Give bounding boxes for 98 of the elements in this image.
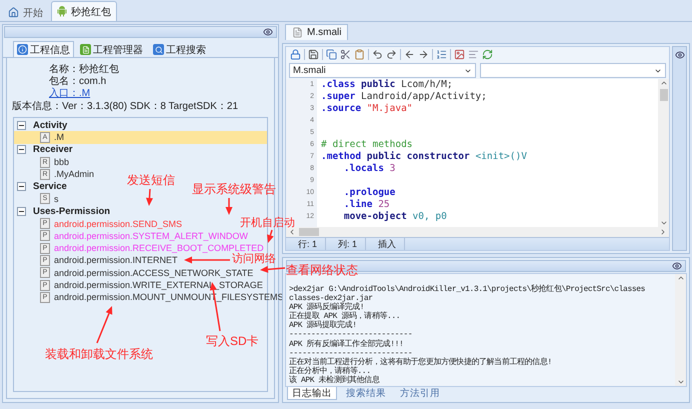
tree-item-label: bbb [54, 157, 70, 168]
annotation-label: 发送短信 [127, 174, 175, 187]
app-name-text: 名称：秒抢红包 [49, 64, 119, 75]
editor-tab[interactable]: M.smali [285, 24, 348, 40]
collapse-toggle[interactable] [17, 206, 26, 216]
top-tab[interactable]: 开始 [2, 3, 49, 21]
code-line: .prologue [342, 187, 396, 199]
entry-link[interactable]: 入口：.M [49, 88, 90, 99]
home-icon [8, 7, 19, 18]
annotation-arrow [260, 266, 286, 273]
collapse-toggle[interactable] [17, 120, 26, 130]
tree-item-label: .MyAdmin [54, 169, 94, 180]
log-line: APK 所有反编译工作全部完成!!! [289, 340, 404, 349]
log-line: ---------------------------- [289, 330, 412, 340]
code-line: .method public constructor <init>()V [321, 151, 527, 163]
collapse-toggle[interactable] [17, 145, 26, 154]
code-line: .locals 3 [342, 163, 396, 175]
log-line: 正在分析中，请稍等... [289, 366, 371, 376]
eye-icon[interactable] [263, 27, 273, 37]
tree-group-label[interactable]: Service [33, 181, 67, 192]
scroll-left-icon[interactable] [288, 228, 296, 236]
lock-icon[interactable] [290, 49, 301, 60]
status-text: 插入 [366, 238, 406, 250]
code-line: .super Landroid/app/Activity; [321, 91, 487, 103]
scroll-up-icon[interactable] [660, 79, 668, 87]
android-icon [57, 6, 67, 17]
vertical-scrollbar[interactable] [675, 274, 686, 386]
file-dropdown[interactable]: M.smali [289, 63, 476, 78]
eye-icon[interactable] [674, 50, 684, 60]
annotation-label: 访问网络 [232, 253, 276, 265]
log-line: ---------------------------- [289, 348, 412, 358]
panel-tab[interactable]: 工程信息 [13, 41, 74, 57]
code-line: # direct methods [321, 139, 413, 151]
log-line: 正在对当前工程进行分析，这将有助于您更加方便快捷的了解当前工程的信息! [289, 358, 552, 367]
tree-item-label: android.permission.SYSTEM_ALERT_WINDOW [54, 230, 248, 241]
annotation-arrow [184, 256, 230, 264]
cut-icon[interactable] [340, 49, 351, 60]
tree-item-label: android.permission.INTERNET [54, 255, 178, 266]
annotation-label: 查看网络状态 [286, 264, 358, 277]
code-line: .class public Lcom/h/M; [321, 79, 453, 91]
document-icon [80, 44, 91, 55]
code-line: .source "M.java" [321, 103, 413, 115]
annotation-label: 显示系统级警告 [192, 183, 276, 196]
annotation-arrow [226, 198, 232, 215]
log-line: APK 源码反编译完成! [289, 303, 364, 312]
log-line: 该 APK 未检测到其他信息 [289, 376, 380, 386]
scroll-up-icon[interactable] [676, 274, 684, 282]
tree-item-label: android.permission.ACCESS_NETWORK_STATE [54, 268, 254, 278]
log-tab[interactable]: 搜索结果 [341, 387, 391, 400]
panel-tab[interactable]: 工程管理器 [76, 41, 147, 57]
redo-icon[interactable] [386, 49, 397, 60]
collapse-toggle[interactable] [17, 182, 26, 192]
tree-group-label[interactable]: Uses-Permission [33, 206, 110, 217]
tree-item-label: android.permission.SEND_SMS [54, 218, 182, 229]
save-icon[interactable] [308, 49, 319, 60]
scroll-down-icon[interactable] [676, 378, 684, 386]
vertical-scrollbar[interactable] [658, 79, 669, 227]
scroll-thumb[interactable] [660, 89, 668, 101]
undo-icon[interactable] [372, 49, 383, 60]
status-text: 行: 1 [286, 238, 326, 250]
annotation-label: 写入SD卡 [206, 335, 259, 348]
file-icon [292, 27, 303, 38]
status-text: 列: 1 [326, 238, 366, 250]
log-line: 正在提取 APK 源码，请稍等... [289, 312, 400, 322]
copy-icon[interactable] [326, 49, 337, 60]
refresh-icon[interactable] [482, 49, 493, 60]
scroll-down-icon[interactable] [660, 219, 668, 227]
tree-group-label[interactable]: Receiver [33, 144, 73, 156]
info-icon [17, 44, 28, 55]
annotation-arrow [267, 230, 274, 243]
annotation-arrow [96, 306, 112, 344]
log-line: classes-dex2jar.jar [289, 294, 373, 304]
log-line: >dex2jar G:\AndroidTools\AndroidKiller_v1.3.1\projects\秒抢红包\ProjectSrc\classes [289, 285, 646, 294]
top-tab[interactable]: 秒抢红包 [51, 1, 117, 21]
scroll-thumb[interactable] [299, 228, 319, 236]
paste-icon[interactable] [354, 49, 365, 60]
panel-tab[interactable]: 工程搜索 [149, 41, 210, 57]
log-line: APK 源码提取完成! [289, 321, 357, 330]
scroll-right-icon[interactable] [659, 228, 667, 236]
eye-icon[interactable] [672, 261, 682, 271]
log-tab[interactable]: 方法引用 [395, 387, 445, 400]
tree-item-label: s [54, 194, 58, 204]
tree-item-label: android.permission.RECEIVE_BOOT_COMPLETED [54, 243, 264, 254]
search-icon [153, 44, 164, 55]
log-tab[interactable]: 日志输出 [287, 387, 337, 400]
forward-icon[interactable] [418, 49, 429, 60]
package-name-text: 包名：com.h [49, 76, 106, 87]
annotation-arrow [146, 188, 153, 206]
code-line: move-object v0, p0 [342, 211, 447, 223]
annotation-label: 装载和卸载文件系统 [45, 348, 153, 361]
annotation-label: 开机自启动 [240, 217, 295, 229]
horizontal-scrollbar[interactable] [286, 227, 669, 237]
back-icon[interactable] [404, 49, 415, 60]
picture-icon[interactable] [454, 49, 465, 60]
tree-group-label[interactable]: Activity [33, 120, 68, 131]
code-line: .line 25 [342, 199, 390, 211]
tree-item-label: .M [54, 132, 64, 142]
version-info-text: 版本信息：Ver：3.1.3(80) SDK：8 TargetSDK：21 [12, 101, 238, 112]
